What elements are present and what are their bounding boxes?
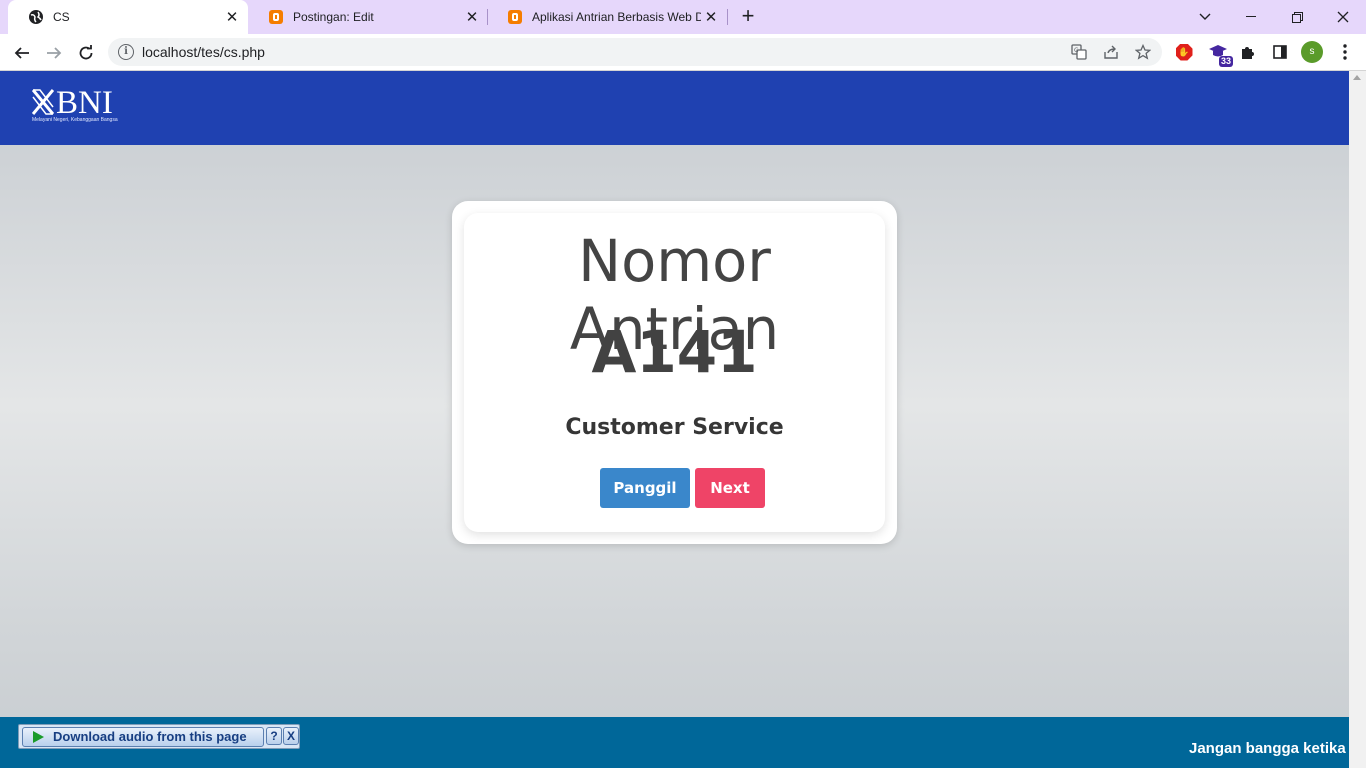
reload-button[interactable] xyxy=(72,39,100,67)
tab-title: Postingan: Edit xyxy=(293,10,374,24)
close-tab-icon[interactable]: ✕ xyxy=(701,7,721,27)
help-button[interactable]: ? xyxy=(266,727,282,745)
avatar[interactable]: s xyxy=(1301,41,1323,63)
play-icon xyxy=(33,731,44,743)
forward-button[interactable] xyxy=(40,39,68,67)
queue-card: Nomor Antrian A141 Customer Service Pang… xyxy=(464,213,885,532)
close-download-bar-button[interactable]: X xyxy=(283,727,299,745)
tab-cs[interactable]: CS ✕ xyxy=(8,0,248,34)
next-button[interactable]: Next xyxy=(695,468,765,508)
navbar: BNI Melayani Negeri, Kebanggaan Bangsa xyxy=(0,71,1349,145)
address-bar[interactable]: i localhost/tes/cs.php G xyxy=(108,38,1162,66)
url-text: localhost/tes/cs.php xyxy=(142,44,265,60)
scroll-up-arrow-icon[interactable] xyxy=(1353,75,1361,80)
tab-strip: CS ✕ Postingan: Edit ✕ Aplikasi Antrian … xyxy=(0,0,1366,34)
browser-toolbar: i localhost/tes/cs.php G ✋ 33 s xyxy=(0,34,1366,71)
tab-title: Aplikasi Antrian Berbasis Web De xyxy=(532,10,701,24)
globe-icon xyxy=(28,9,44,25)
page-viewport: BNI Melayani Negeri, Kebanggaan Bangsa N… xyxy=(0,71,1366,768)
bookmark-star-icon[interactable] xyxy=(1134,43,1152,62)
service-name: Customer Service xyxy=(565,415,784,440)
queue-number: A141 xyxy=(591,318,758,386)
bni-mark-icon xyxy=(32,89,54,115)
close-window-button[interactable] xyxy=(1320,0,1366,34)
translate-icon[interactable]: G xyxy=(1070,44,1088,62)
call-button[interactable]: Panggil xyxy=(600,468,690,508)
site-info-icon[interactable]: i xyxy=(118,44,134,60)
download-audio-bar: Download audio from this page ? X xyxy=(18,724,300,749)
blogger-icon xyxy=(268,9,284,25)
blogger-icon xyxy=(507,9,523,25)
tab-title: CS xyxy=(53,10,70,24)
tab-separator xyxy=(727,9,728,25)
running-text: Jangan bangga ketika xyxy=(1189,740,1346,757)
extension-badge: 33 xyxy=(1218,56,1233,67)
tab-postingan-edit[interactable]: Postingan: Edit ✕ xyxy=(248,0,488,34)
side-panel-icon[interactable] xyxy=(1269,41,1291,63)
tab-search-icon[interactable] xyxy=(1182,0,1228,34)
scrollbar[interactable] xyxy=(1349,71,1366,768)
new-tab-button[interactable]: + xyxy=(736,5,760,29)
svg-text:G: G xyxy=(1074,47,1079,54)
back-button[interactable] xyxy=(8,39,36,67)
logo-tagline: Melayani Negeri, Kebanggaan Bangsa xyxy=(32,117,118,123)
extension-cap-icon[interactable]: 33 xyxy=(1207,41,1233,67)
close-tab-icon[interactable]: ✕ xyxy=(222,7,242,27)
download-audio-button[interactable]: Download audio from this page xyxy=(22,727,264,747)
menu-dots-icon[interactable] xyxy=(1334,41,1356,63)
minimize-button[interactable] xyxy=(1228,0,1274,34)
restore-button[interactable] xyxy=(1274,0,1320,34)
bni-logo[interactable]: BNI Melayani Negeri, Kebanggaan Bangsa xyxy=(32,85,128,127)
tab-aplikasi-antrian[interactable]: Aplikasi Antrian Berbasis Web De ✕ xyxy=(487,0,727,34)
share-icon[interactable] xyxy=(1102,44,1120,62)
footer: Download audio from this page ? X Jangan… xyxy=(0,717,1349,768)
puzzle-icon[interactable] xyxy=(1237,41,1259,63)
close-tab-icon[interactable]: ✕ xyxy=(462,7,482,27)
queue-card-frame: Nomor Antrian A141 Customer Service Pang… xyxy=(452,201,897,544)
download-audio-label: Download audio from this page xyxy=(53,729,247,744)
adblock-icon[interactable]: ✋ xyxy=(1173,41,1195,63)
